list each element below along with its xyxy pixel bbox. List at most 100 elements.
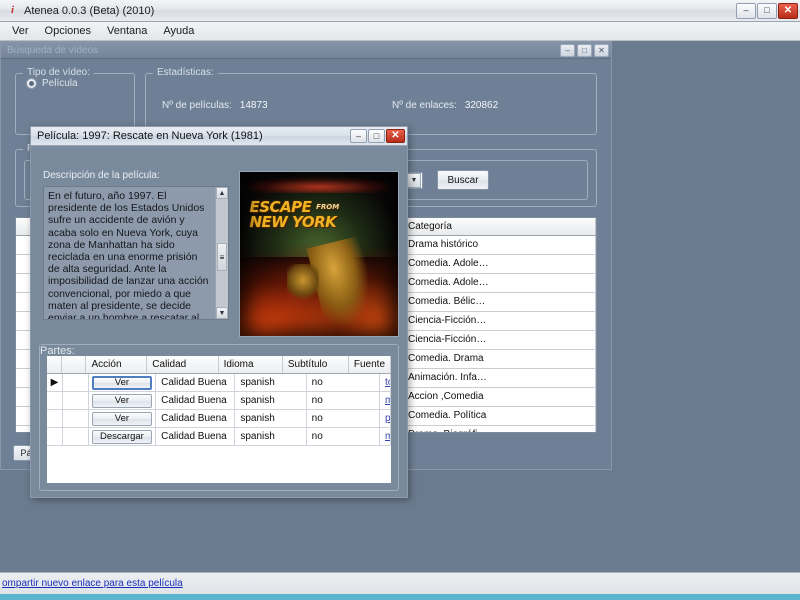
cell-fuente: peliculasyonkis.c… xyxy=(380,410,391,427)
table-row[interactable]: DescargarCalidad Buenaspanishno machupues… xyxy=(47,428,391,446)
cell-accion: Ver xyxy=(89,374,157,391)
menu-item-ventana[interactable]: Ventana xyxy=(100,23,154,39)
menu-item-ver[interactable]: Ver xyxy=(5,23,36,39)
fuente-link[interactable]: machupuesds-pel… xyxy=(385,395,390,406)
partes-col-idioma: Idioma xyxy=(219,356,283,373)
app-icon: i xyxy=(10,4,15,16)
maximize-icon: □ xyxy=(373,130,380,141)
menubar: Ver Opciones Ventana Ayuda xyxy=(0,22,800,41)
enlaces-label: Nº de enlaces: xyxy=(392,100,457,111)
partes-grid-header: Acción Calidad Idioma Subtítulo Fuente xyxy=(47,356,391,374)
cell-calidad: Calidad Buena xyxy=(156,410,236,427)
peliculas-value: 14873 xyxy=(239,100,268,111)
movie-dialog-body: Descripción de la película: En el futuro… xyxy=(31,146,407,497)
minimize-icon: – xyxy=(355,130,361,141)
poster-artwork: ESCAPE FROM NEW YORK xyxy=(240,172,398,336)
row-selector[interactable] xyxy=(47,392,63,409)
cell-mark xyxy=(63,410,89,427)
descargar-button[interactable]: Descargar xyxy=(91,429,153,444)
share-link[interactable]: ompartir nuevo enlace para esta película xyxy=(2,578,183,589)
description-text: En el futuro, año 1997. El presidente de… xyxy=(48,190,209,319)
ver-button[interactable]: Ver xyxy=(91,375,153,390)
table-row[interactable]: VerCalidad Buenaspanishno machupuesds-pel… xyxy=(47,392,391,410)
buscar-button[interactable]: Buscar xyxy=(437,170,489,190)
search-close-button[interactable]: ✕ xyxy=(594,43,609,57)
search-minimize-button[interactable]: – xyxy=(560,43,575,57)
table-row[interactable]: VerCalidad Buenaspanishno peliculasyonkis… xyxy=(47,410,391,428)
cell-subtitulo: no xyxy=(307,410,380,427)
cell-accion: Ver xyxy=(89,392,157,409)
app-titlebar: i Atenea 0.0.3 (Beta) (2010) – □ ✕ xyxy=(0,0,800,22)
cell-categoria: Drama histórico xyxy=(404,236,596,254)
statusbar: ompartir nuevo enlace para esta película xyxy=(0,572,800,594)
cell-subtitulo: no xyxy=(307,428,380,445)
cell-mark xyxy=(63,428,89,445)
search-window-controls: – □ ✕ xyxy=(560,43,609,57)
partes-col-calidad: Calidad xyxy=(147,356,219,373)
close-icon: ✕ xyxy=(391,130,400,141)
partes-col-fuente: Fuente xyxy=(349,356,391,373)
cell-calidad: Calidad Buena xyxy=(156,374,236,391)
scroll-up-icon[interactable]: ▲ xyxy=(216,187,228,199)
minimize-button[interactable]: – xyxy=(736,2,756,19)
mdi-client-area: Búsqueda de vídeos – □ ✕ Tipo de vídeo: … xyxy=(0,41,800,572)
cell-fuente: machupuesds-pel… xyxy=(380,428,391,445)
partes-groupbox: Partes: Acción Calidad Idioma Subtítulo … xyxy=(39,344,399,491)
radio-pelicula[interactable] xyxy=(26,78,37,89)
description-scrollbar[interactable]: ▲ ≡ ▼ xyxy=(215,187,228,319)
close-button[interactable]: ✕ xyxy=(778,2,798,19)
peliculas-label: Nº de películas: xyxy=(162,100,232,111)
app-title: Atenea 0.0.3 (Beta) (2010) xyxy=(24,4,155,17)
estadisticas-label: Estadísticas: xyxy=(153,67,218,78)
movie-maximize-button[interactable]: □ xyxy=(368,129,385,143)
cell-fuente: machupuesds-pel… xyxy=(380,392,391,409)
cell-categoria: Comedia. Política xyxy=(404,407,596,425)
cell-accion: Descargar xyxy=(89,428,157,445)
results-grid-col-categoria: Categoría xyxy=(404,218,596,235)
movie-detail-dialog: Película: 1997: Rescate en Nueva York (1… xyxy=(30,126,408,498)
movie-dialog-title: Película: 1997: Rescate en Nueva York (1… xyxy=(37,130,263,142)
cell-categoria: Animación. Infa… xyxy=(404,369,596,387)
search-maximize-button[interactable]: □ xyxy=(577,43,592,57)
partes-rowsel-header xyxy=(47,356,63,373)
bottom-accent-strip xyxy=(0,594,800,600)
row-selector[interactable] xyxy=(47,410,63,427)
maximize-button[interactable]: □ xyxy=(757,2,777,19)
cell-accion: Ver xyxy=(89,410,157,427)
cell-idioma: spanish xyxy=(235,428,307,445)
tipo-video-label: Tipo de vídeo: xyxy=(23,67,95,78)
table-row[interactable]: ▶ VerCalidad Buenaspanishno tomich-pelicul… xyxy=(47,374,391,392)
description-textarea[interactable]: En el futuro, año 1997. El presidente de… xyxy=(43,186,229,320)
movie-poster: ESCAPE FROM NEW YORK xyxy=(239,171,399,337)
app-window-controls: – □ ✕ xyxy=(736,2,798,19)
movie-minimize-button[interactable]: – xyxy=(350,129,367,143)
ver-button[interactable]: Ver xyxy=(91,411,153,426)
row-current-indicator-icon[interactable]: ▶ xyxy=(47,374,63,391)
cell-mark xyxy=(63,392,89,409)
description-label: Descripción de la película: xyxy=(43,170,160,181)
close-icon: ✕ xyxy=(783,4,793,16)
movie-close-button[interactable]: ✕ xyxy=(386,129,405,143)
scrollbar-thumb[interactable]: ≡ xyxy=(217,243,227,271)
cell-categoria: Drama. Biográfi… xyxy=(404,426,596,432)
search-window-titlebar: Búsqueda de vídeos – □ ✕ xyxy=(1,42,611,59)
estadisticas-peliculas: Nº de películas: 14873 xyxy=(162,100,268,111)
cell-idioma: spanish xyxy=(235,392,307,409)
menu-item-ayuda[interactable]: Ayuda xyxy=(156,23,201,39)
tipo-video-radio-row[interactable]: Película xyxy=(26,78,134,89)
movie-dialog-controls: – □ ✕ xyxy=(350,129,405,143)
fuente-link[interactable]: machupuesds-pel… xyxy=(385,431,390,442)
estadisticas-enlaces: Nº de enlaces: 320862 xyxy=(392,100,498,111)
ver-button[interactable]: Ver xyxy=(91,393,153,408)
fuente-link[interactable]: tomich-peliculasv… xyxy=(385,377,390,388)
cell-categoria: Comedia. Drama xyxy=(404,350,596,368)
cell-subtitulo: no xyxy=(307,374,380,391)
row-selector[interactable] xyxy=(47,428,63,445)
chevron-down-icon[interactable]: ▼ xyxy=(407,173,421,188)
fuente-link[interactable]: peliculasyonkis.c… xyxy=(385,413,390,424)
scroll-down-icon[interactable]: ▼ xyxy=(216,307,228,319)
partes-grid[interactable]: Acción Calidad Idioma Subtítulo Fuente ▶… xyxy=(46,355,392,484)
scrollbar-track[interactable]: ≡ xyxy=(216,199,228,307)
menu-item-opciones[interactable]: Opciones xyxy=(38,23,98,39)
partes-col-accion: Acción xyxy=(86,356,148,373)
